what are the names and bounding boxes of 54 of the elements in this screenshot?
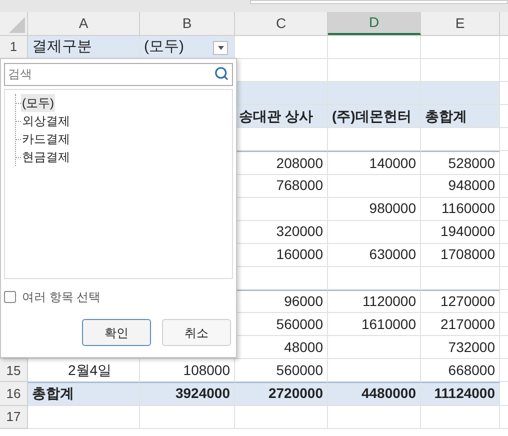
- table-cell: 630000: [328, 244, 421, 267]
- table-cell: 2월4일: [28, 359, 140, 382]
- table-cell: 668000: [421, 359, 500, 382]
- table-cell: 208000: [235, 151, 328, 175]
- checkbox[interactable]: [4, 291, 16, 303]
- checkbox-label: 여러 항목 선택: [22, 289, 101, 306]
- table-cell: 560000: [235, 313, 328, 336]
- table-cell: 결제구분: [28, 36, 140, 60]
- filter-item[interactable]: (모두): [21, 94, 55, 112]
- search-icon: [214, 66, 229, 81]
- filter-item[interactable]: 현금결제: [21, 148, 71, 166]
- row-header[interactable]: 15: [0, 359, 28, 382]
- table-cell: 11124000: [421, 382, 500, 406]
- table-cell: 560000: [235, 359, 328, 382]
- table-cell: 3924000: [140, 382, 235, 406]
- row-header[interactable]: 17: [0, 406, 28, 429]
- table-cell: 320000: [235, 220, 328, 244]
- table-cell: 1120000: [328, 290, 421, 314]
- row-header[interactable]: 16: [0, 382, 28, 406]
- table-cell: 948000: [421, 174, 500, 198]
- table-cell: 총합계: [421, 105, 500, 128]
- table-cell: 1708000: [421, 244, 500, 267]
- dialog-button[interactable]: 확인: [82, 319, 151, 346]
- column-header[interactable]: A: [28, 12, 140, 35]
- filter-item[interactable]: 카드결제: [21, 130, 71, 148]
- table-cell: 96000: [235, 290, 328, 314]
- table-cell: 2170000: [421, 313, 500, 336]
- column-header[interactable]: E: [421, 12, 500, 35]
- table-cell: 1270000: [421, 290, 500, 314]
- table-cell: 768000: [235, 174, 328, 198]
- table-cell: 총합계: [28, 382, 140, 406]
- column-header[interactable]: B: [140, 12, 235, 35]
- table-cell: 2720000: [235, 382, 328, 406]
- column-header[interactable]: D: [328, 12, 421, 35]
- table-cell: 1940000: [421, 220, 500, 244]
- table-cell: 140000: [328, 151, 421, 175]
- dialog-button[interactable]: 취소: [162, 319, 231, 346]
- filter-item[interactable]: 외상결제: [21, 112, 71, 130]
- table-cell: 송대관 상사: [235, 105, 328, 128]
- table-cell: 1610000: [328, 313, 421, 336]
- table-cell: 528000: [421, 151, 500, 175]
- table-cell: (주)데몬헌터: [328, 105, 421, 128]
- table-cell: 4480000: [328, 382, 421, 406]
- cell-value: (모두): [144, 36, 184, 57]
- table-cell: 732000: [421, 336, 500, 360]
- table-cell: 108000: [140, 359, 235, 382]
- caret-icon: [218, 46, 224, 50]
- table-cell: 1160000: [421, 198, 500, 221]
- filter-dropdown-button[interactable]: [213, 41, 228, 55]
- table-cell: 160000: [235, 244, 328, 267]
- table-cell: 48000: [235, 336, 328, 360]
- table-cell: 980000: [328, 198, 421, 221]
- search-field[interactable]: 검색: [4, 62, 233, 86]
- row-header[interactable]: 1: [0, 36, 28, 60]
